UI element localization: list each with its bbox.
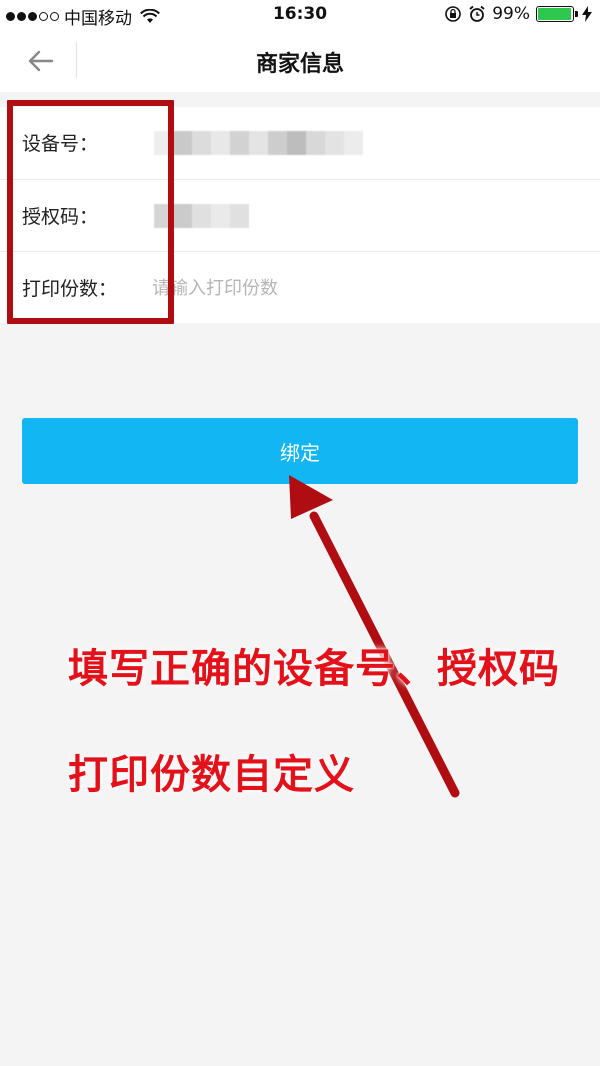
page-title: 商家信息 xyxy=(255,52,344,77)
status-right: 99% xyxy=(444,4,592,24)
battery-fill xyxy=(538,8,571,20)
print-copies-input[interactable] xyxy=(152,268,572,308)
alarm-icon xyxy=(469,5,485,22)
nav-bar: 商家信息 xyxy=(0,30,600,92)
battery-icon xyxy=(536,6,578,22)
status-bar: 中国移动 16:30 99% xyxy=(0,0,600,30)
highlight-box xyxy=(7,100,174,324)
battery-percent: 99% xyxy=(492,4,530,24)
rotation-lock-icon xyxy=(445,6,462,22)
annotation-line-2: 打印份数自定义 xyxy=(68,752,355,798)
bind-button[interactable]: 绑定 xyxy=(22,418,578,484)
charging-icon xyxy=(582,6,592,22)
device-number-field[interactable] xyxy=(154,131,363,155)
annotation-line-1: 填写正确的设备号、授权码 xyxy=(68,646,560,692)
